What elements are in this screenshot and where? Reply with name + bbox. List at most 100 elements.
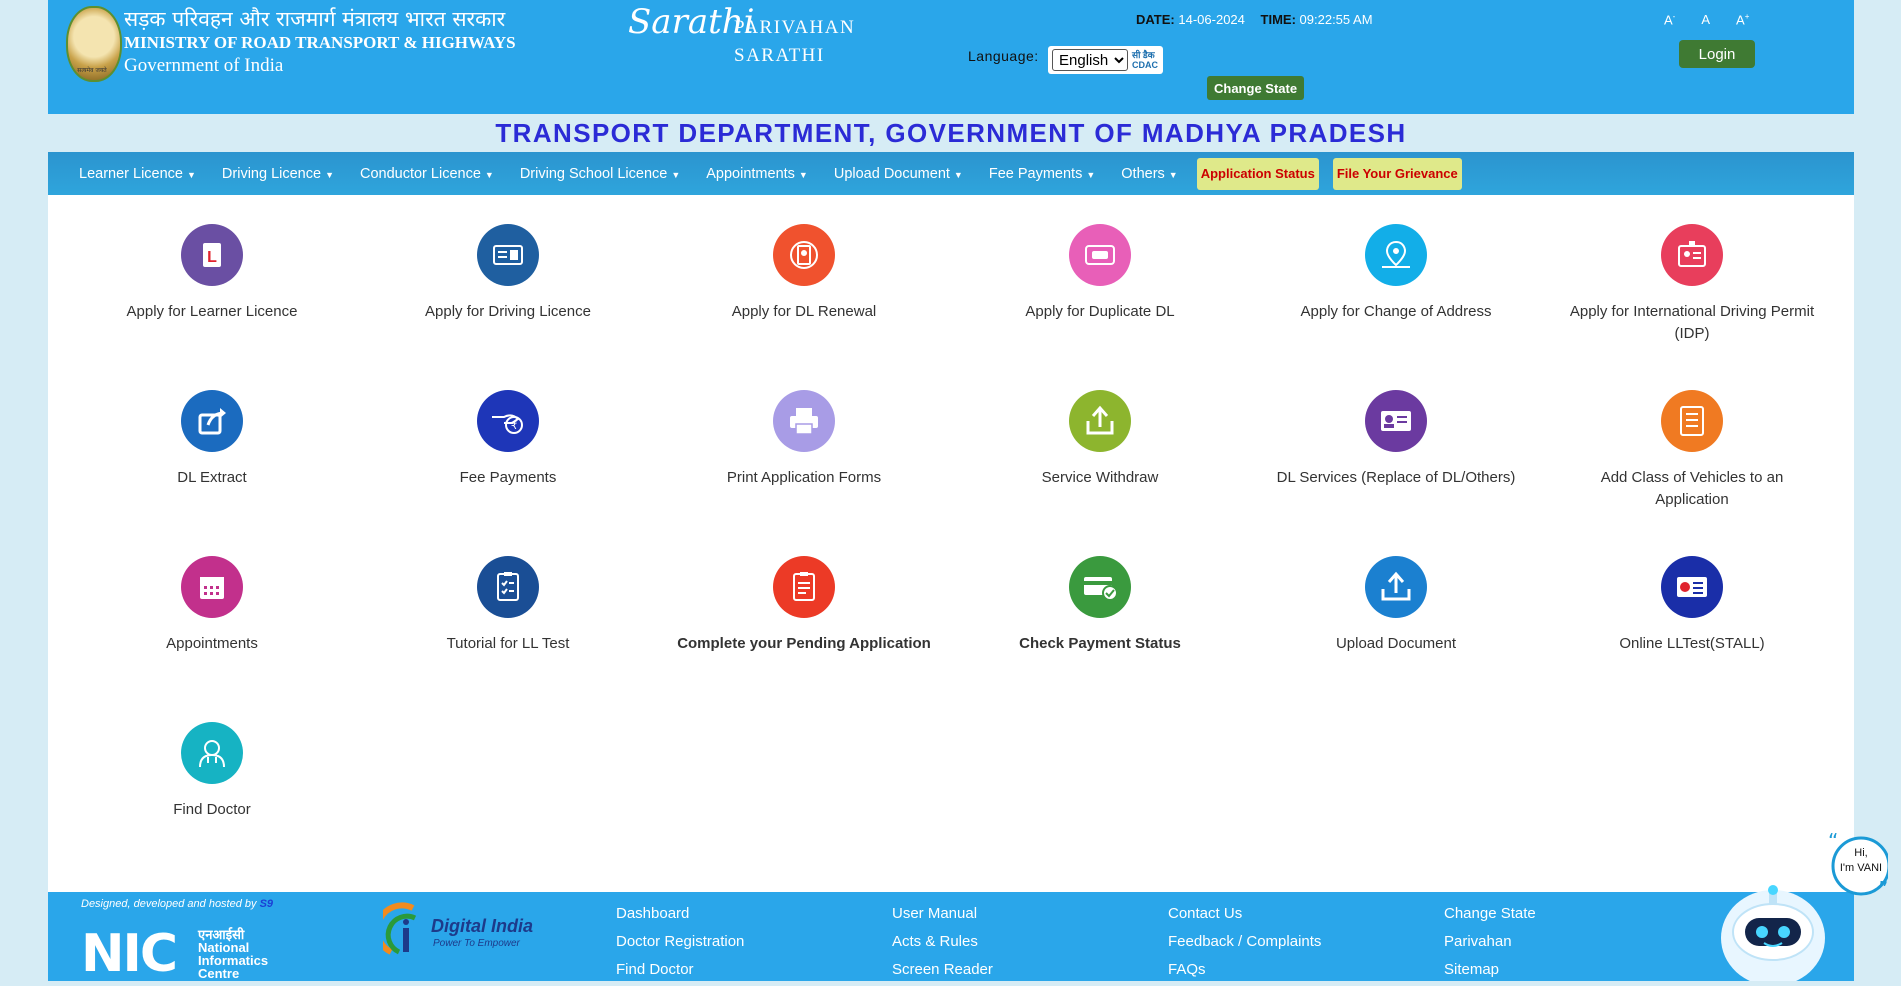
service-tile[interactable]: Print Application Forms (656, 366, 952, 489)
service-tile[interactable]: Apply for Driving Licence (360, 200, 656, 323)
footer-link-dashboard[interactable]: Dashboard (616, 900, 744, 928)
service-tile[interactable]: Complete your Pending Application (656, 532, 952, 655)
footer-link-contact-us[interactable]: Contact Us (1168, 900, 1321, 928)
service-label[interactable]: Print Application Forms (656, 467, 952, 489)
font-decrease-button[interactable]: A- (1664, 12, 1675, 27)
renewal-card-icon[interactable] (773, 224, 835, 286)
footer-link-faqs[interactable]: FAQs (1168, 956, 1321, 984)
date-value: 14-06-2024 (1178, 12, 1245, 27)
login-button[interactable]: Login (1679, 40, 1755, 68)
service-label[interactable]: DL Extract (64, 467, 360, 489)
service-label[interactable]: Apply for Learner Licence (64, 301, 360, 323)
file-grievance-button[interactable]: File Your Grievance (1332, 157, 1462, 190)
time-label: TIME: (1260, 12, 1296, 27)
nic-link[interactable]: S9 (260, 898, 273, 910)
nav-others[interactable]: Others ▼ (1108, 166, 1190, 182)
learner-l-icon[interactable]: L (181, 224, 243, 286)
service-label[interactable]: DL Services (Replace of DL/Others) (1248, 467, 1544, 489)
service-label[interactable]: Upload Document (1248, 633, 1544, 655)
svg-text:₹: ₹ (511, 421, 517, 432)
id-card-icon[interactable] (477, 224, 539, 286)
upload-box-icon[interactable] (1069, 390, 1131, 452)
printer-icon[interactable] (773, 390, 835, 452)
duplicate-dl-icon[interactable] (1069, 224, 1131, 286)
nav-learner-licence[interactable]: Learner Licence ▼ (66, 166, 209, 182)
service-label[interactable]: Appointments (64, 633, 360, 655)
service-tile[interactable]: Tutorial for LL Test (360, 532, 656, 655)
calendar-icon[interactable] (181, 556, 243, 618)
nav-driving-school-licence[interactable]: Driving School Licence ▼ (507, 166, 693, 182)
service-label[interactable]: Apply for Change of Address (1248, 301, 1544, 323)
doctor-icon[interactable] (181, 722, 243, 784)
upload-tray-icon[interactable] (1365, 556, 1427, 618)
footer-link-change-state[interactable]: Change State (1444, 900, 1536, 928)
service-label[interactable]: Apply for International Driving Permit (… (1544, 301, 1840, 345)
footer-link-user-manual[interactable]: User Manual (892, 900, 993, 928)
nav-conductor-licence[interactable]: Conductor Licence ▼ (347, 166, 507, 182)
footer-link-parivahan[interactable]: Parivahan (1444, 928, 1536, 956)
service-tile[interactable]: Apply for Duplicate DL (952, 200, 1248, 323)
service-tile[interactable]: Apply for International Driving Permit (… (1544, 200, 1840, 345)
sarathi-script: Sarathi (628, 2, 755, 42)
service-tile[interactable]: Check Payment Status (952, 532, 1248, 655)
online-test-icon[interactable] (1661, 556, 1723, 618)
badge-icon[interactable] (1661, 224, 1723, 286)
service-tile[interactable]: Find Doctor (64, 698, 360, 821)
service-label[interactable]: Tutorial for LL Test (360, 633, 656, 655)
nav-fee-payments[interactable]: Fee Payments ▼ (976, 166, 1108, 182)
payment-card-icon[interactable] (1069, 556, 1131, 618)
digital-india-logo[interactable]: Digital India Power To Empower (374, 902, 543, 958)
nav-appointments[interactable]: Appointments ▼ (693, 166, 821, 182)
footer: Designed, developed and hosted by S9 NIC… (48, 892, 1854, 981)
footer-link-find-doctor[interactable]: Find Doctor (616, 956, 744, 984)
application-status-button[interactable]: Application Status (1196, 157, 1319, 190)
emblem-caption: सत्यमेव जयते (77, 67, 107, 74)
font-normal-button[interactable]: A (1701, 12, 1710, 27)
service-tile[interactable]: Apply for DL Renewal (656, 200, 952, 323)
service-label[interactable]: Service Withdraw (952, 467, 1248, 489)
service-tile[interactable]: ₹ Fee Payments (360, 366, 656, 489)
service-tile[interactable]: DL Services (Replace of DL/Others) (1248, 366, 1544, 489)
footer-link-screen-reader[interactable]: Screen Reader (892, 956, 993, 984)
footer-link-acts-rules[interactable]: Acts & Rules (892, 928, 993, 956)
footer-link-sitemap[interactable]: Sitemap (1444, 956, 1536, 984)
header: सत्यमेव जयते सड़क परिवहन और राजमार्ग मंत… (48, 0, 1854, 114)
service-label[interactable]: Apply for Duplicate DL (952, 301, 1248, 323)
service-tile[interactable]: Service Withdraw (952, 366, 1248, 489)
profile-card-icon[interactable] (1365, 390, 1427, 452)
service-tile[interactable]: L Apply for Learner Licence (64, 200, 360, 323)
pending-form-icon[interactable] (773, 556, 835, 618)
caret-down-icon: ▼ (325, 169, 334, 180)
footer-link-feedback[interactable]: Feedback / Complaints (1168, 928, 1321, 956)
date-time: DATE: 14-06-2024 TIME: 09:22:55 AM (1136, 12, 1385, 27)
nav-driving-licence[interactable]: Driving Licence ▼ (209, 166, 347, 182)
service-tile[interactable]: Upload Document (1248, 532, 1544, 655)
service-label[interactable]: Check Payment Status (952, 633, 1248, 655)
change-state-button[interactable]: Change State (1207, 76, 1305, 100)
service-tile[interactable]: Add Class of Vehicles to an Application (1544, 366, 1840, 511)
location-pin-icon[interactable] (1365, 224, 1427, 286)
service-tile[interactable]: Apply for Change of Address (1248, 200, 1544, 323)
clipboard-check-icon[interactable] (477, 556, 539, 618)
document-list-icon[interactable] (1661, 390, 1723, 452)
service-tile[interactable]: DL Extract (64, 366, 360, 489)
chatbot-vani[interactable]: “ ” Hi, I'm VANI (1718, 828, 1891, 986)
service-label[interactable]: Fee Payments (360, 467, 656, 489)
caret-down-icon: ▼ (187, 169, 196, 180)
nav-upload-document[interactable]: Upload Document ▼ (821, 166, 976, 182)
time-value: 09:22:55 AM (1299, 12, 1373, 27)
service-tile[interactable]: Online LLTest(STALL) (1544, 532, 1840, 655)
service-label[interactable]: Online LLTest(STALL) (1544, 633, 1840, 655)
sarathi-logo[interactable]: Sarathi PARIVAHAN SARATHI (628, 4, 868, 76)
service-tile[interactable]: Appointments (64, 532, 360, 655)
service-label[interactable]: Add Class of Vehicles to an Application (1544, 467, 1840, 511)
service-label[interactable]: Complete your Pending Application (656, 633, 952, 655)
service-label[interactable]: Apply for Driving Licence (360, 301, 656, 323)
service-label[interactable]: Find Doctor (64, 799, 360, 821)
language-select[interactable]: English (1052, 49, 1128, 71)
share-icon[interactable] (181, 390, 243, 452)
rupee-hand-icon[interactable]: ₹ (477, 390, 539, 452)
service-label[interactable]: Apply for DL Renewal (656, 301, 952, 323)
font-increase-button[interactable]: A+ (1736, 12, 1749, 27)
footer-link-doctor-registration[interactable]: Doctor Registration (616, 928, 744, 956)
